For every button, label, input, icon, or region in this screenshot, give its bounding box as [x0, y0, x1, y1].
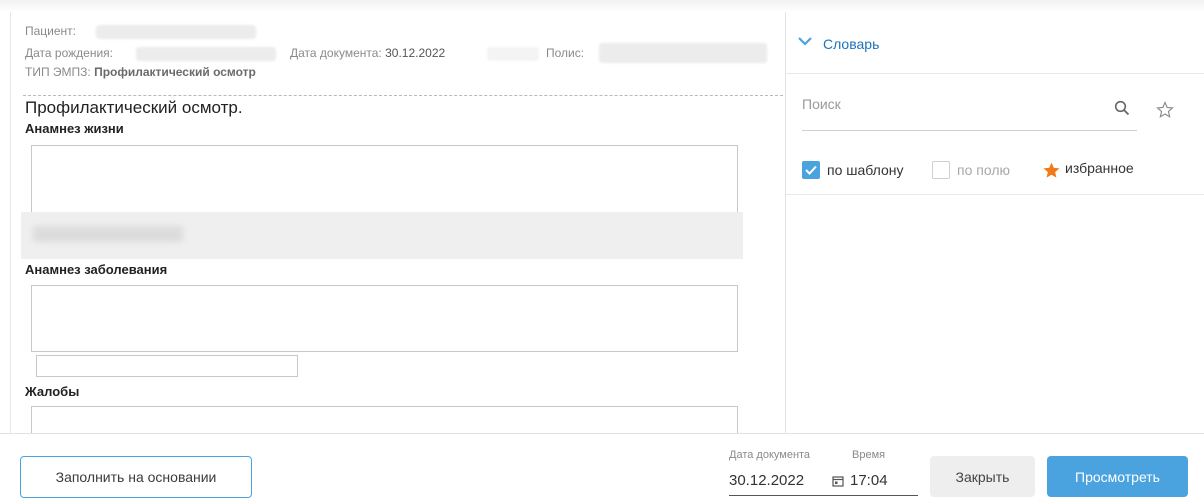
search-icon[interactable] [1114, 100, 1130, 116]
life-history-textarea[interactable] [31, 145, 738, 215]
patient-row: Пациент: [25, 24, 76, 38]
header-divider [23, 95, 783, 96]
dictionary-panel: Словарь Поиск по шаблону по полю избранн… [785, 12, 1204, 433]
birth-date-redacted [136, 47, 276, 61]
birth-label: Дата рождения: [25, 46, 113, 60]
section-disease-history-label: Анамнез заболевания [25, 262, 168, 277]
time-field-label: Время [852, 449, 886, 461]
favorites-label[interactable]: избранное [1065, 160, 1134, 176]
close-button[interactable]: Закрыть [930, 456, 1035, 497]
panel-divider [786, 194, 1204, 195]
doc-date-label: Дата документа: [290, 46, 382, 60]
redacted-text [33, 226, 183, 242]
type-label: ТИП ЭМПЗ: [25, 65, 91, 79]
chevron-down-icon [798, 37, 812, 46]
disease-extra-input[interactable] [36, 355, 298, 377]
top-shadow [0, 0, 1204, 12]
footer-bar: Заполнить на основании Дата документа Вр… [0, 433, 1204, 503]
by-field-checkbox[interactable] [932, 161, 950, 179]
doc-date-field-label: Дата документа [729, 449, 811, 461]
time-input[interactable]: 17:04 [850, 472, 888, 489]
complaints-textarea[interactable] [31, 406, 738, 433]
redacted-band [21, 212, 743, 259]
policy-row: Полис: [546, 46, 584, 60]
doc-date-pad [487, 47, 539, 61]
dictionary-title: Словарь [823, 36, 880, 52]
birth-row: Дата рождения: [25, 46, 113, 60]
search-placeholder: Поиск [802, 96, 841, 112]
star-filled-icon [1043, 162, 1060, 178]
check-icon [805, 165, 817, 175]
by-field-label[interactable]: по полю [957, 162, 1010, 178]
calendar-icon[interactable] [832, 475, 844, 487]
patient-label: Пациент: [25, 24, 77, 38]
dictionary-filters: по шаблону по полю избранное [802, 158, 1202, 180]
document-title: Профилактический осмотр. [25, 98, 243, 117]
star-outline-icon[interactable] [1156, 101, 1174, 119]
doc-date-input[interactable]: 30.12.2022 [729, 472, 804, 489]
by-template-label[interactable]: по шаблону [827, 162, 904, 178]
by-template-checkbox[interactable] [802, 161, 820, 179]
dictionary-header[interactable]: Словарь [786, 12, 1204, 74]
doc-date-value: 30.12.2022 [385, 46, 446, 60]
patient-name-redacted [96, 25, 256, 39]
doc-date-row: Дата документа: 30.12.2022 [290, 46, 445, 60]
dictionary-search-input[interactable]: Поиск [802, 90, 1137, 131]
type-value: Профилактический осмотр [94, 65, 256, 79]
section-complaints-label: Жалобы [25, 384, 80, 399]
preview-button[interactable]: Просмотреть [1047, 456, 1188, 497]
section-life-history-label: Анамнез жизни [25, 121, 124, 136]
disease-history-textarea[interactable] [31, 285, 738, 352]
date-time-underline [729, 495, 918, 496]
type-row: ТИП ЭМПЗ: Профилактический осмотр [25, 65, 256, 79]
fill-based-on-button[interactable]: Заполнить на основании [20, 456, 252, 498]
document-editor: Пациент: Дата рождения: Дата документа: … [10, 12, 785, 433]
policy-label: Полис: [546, 46, 585, 60]
policy-redacted [599, 43, 767, 63]
